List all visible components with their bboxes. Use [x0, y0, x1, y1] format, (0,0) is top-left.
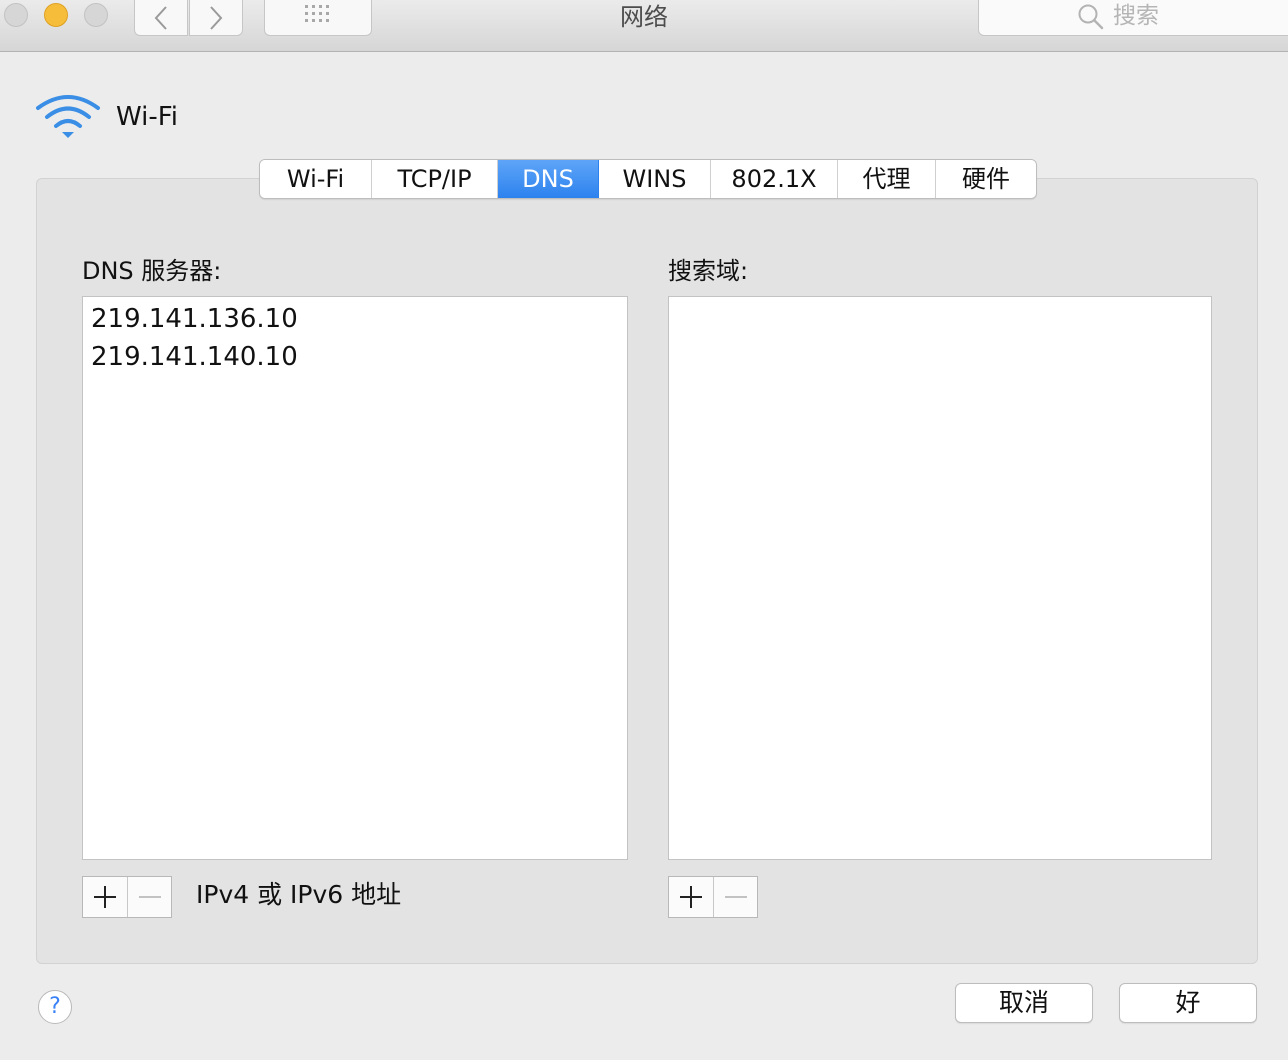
help-button[interactable]: ? — [38, 990, 72, 1024]
chevron-right-icon — [210, 6, 223, 30]
back-button[interactable] — [134, 0, 188, 36]
tab-8021x[interactable]: 802.1X — [711, 160, 838, 198]
tab-wifi[interactable]: Wi-Fi — [260, 160, 372, 198]
minimize-window-button[interactable] — [44, 3, 68, 27]
close-window-button[interactable] — [4, 3, 28, 27]
tab-hardware[interactable]: 硬件 — [936, 160, 1036, 198]
address-hint: IPv4 或 IPv6 地址 — [196, 880, 402, 909]
remove-dns-server-button[interactable] — [127, 877, 171, 917]
remove-search-domain-button[interactable] — [713, 877, 757, 917]
plus-icon — [680, 886, 702, 908]
list-item[interactable]: 219.141.136.10 — [83, 300, 627, 338]
search-domains-list[interactable] — [668, 296, 1212, 860]
title-bar: 网络 搜索 — [0, 0, 1288, 52]
show-all-button[interactable] — [264, 0, 372, 36]
wifi-icon — [36, 95, 100, 138]
dns-servers-list[interactable]: 219.141.136.10 219.141.140.10 — [82, 296, 628, 860]
plus-icon — [94, 886, 116, 908]
tab-bar: Wi-Fi TCP/IP DNS WINS 802.1X 代理 硬件 — [259, 159, 1037, 199]
add-search-domain-button[interactable] — [669, 877, 713, 917]
search-domains-add-remove — [668, 876, 758, 918]
tab-tcpip[interactable]: TCP/IP — [372, 160, 498, 198]
cancel-button[interactable]: 取消 — [955, 983, 1093, 1023]
zoom-window-button[interactable] — [84, 3, 108, 27]
tab-wins[interactable]: WINS — [599, 160, 711, 198]
chevron-left-icon — [154, 6, 167, 30]
tab-dns[interactable]: DNS — [498, 160, 599, 198]
minus-icon — [725, 896, 747, 898]
window-title: 网络 — [620, 3, 668, 31]
dns-servers-label: DNS 服务器: — [82, 257, 222, 285]
ok-button[interactable]: 好 — [1119, 983, 1257, 1023]
grid-icon — [305, 5, 329, 22]
forward-button[interactable] — [189, 0, 243, 36]
tab-proxy[interactable]: 代理 — [838, 160, 936, 198]
dns-servers-add-remove — [82, 876, 172, 918]
list-item[interactable]: 219.141.140.10 — [83, 338, 627, 376]
search-input[interactable]: 搜索 — [978, 0, 1288, 36]
service-name: Wi-Fi — [116, 102, 179, 132]
magnifier-icon — [1078, 4, 1104, 30]
add-dns-server-button[interactable] — [83, 877, 127, 917]
minus-icon — [139, 896, 161, 898]
search-placeholder: 搜索 — [1113, 3, 1159, 29]
search-domains-label: 搜索域: — [668, 257, 749, 285]
